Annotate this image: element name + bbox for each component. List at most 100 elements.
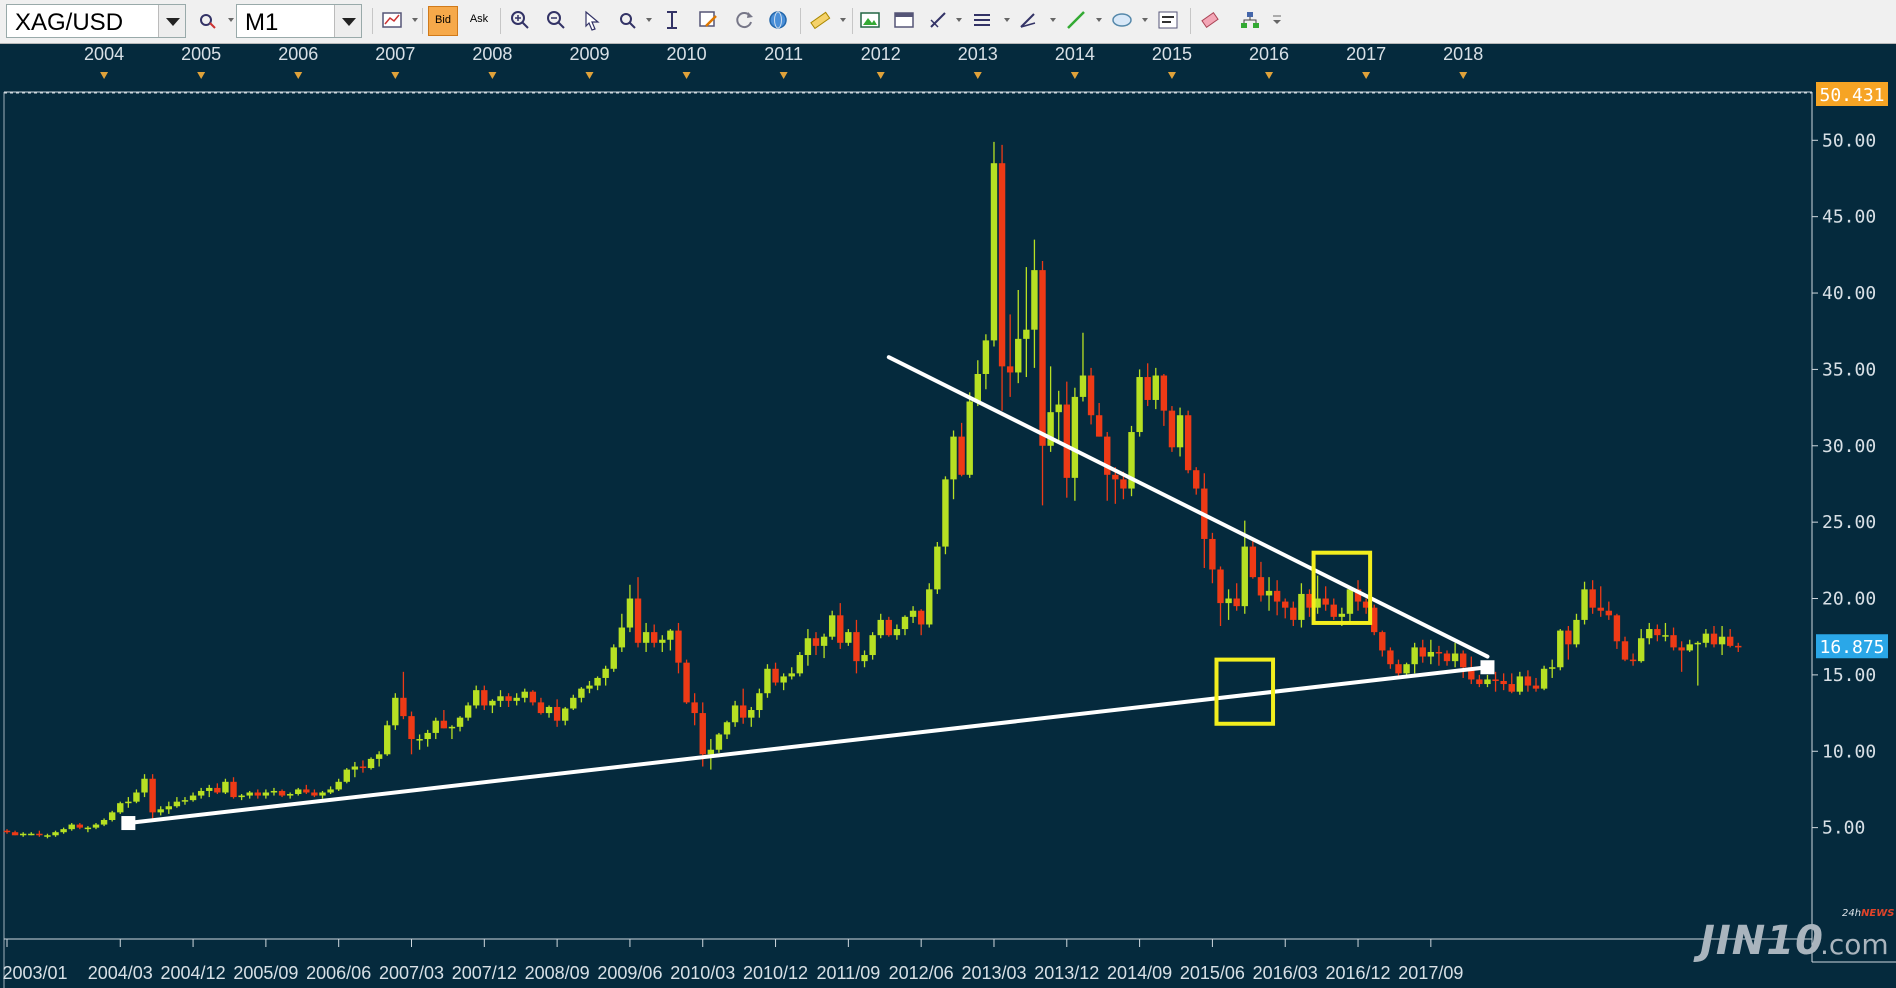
candle-body [942, 479, 949, 547]
image-icon[interactable] [858, 8, 882, 32]
candle-body [214, 787, 221, 793]
candle-body [634, 598, 642, 643]
candle-body [19, 833, 27, 836]
candle-body [586, 685, 593, 689]
candle-body [1257, 577, 1265, 596]
window-icon[interactable] [892, 8, 916, 32]
magnifier-icon[interactable] [616, 8, 640, 32]
candle-body [788, 673, 795, 677]
candle-body [553, 706, 561, 721]
candle-body [1193, 470, 1200, 489]
bottom-axis-label: 2008/09 [525, 963, 590, 983]
separator [422, 8, 423, 34]
candle-body [909, 610, 917, 617]
chart-type-icon[interactable] [380, 8, 404, 32]
globe-icon[interactable] [766, 8, 790, 32]
bottom-axis-label: 2009/06 [597, 963, 662, 983]
candle-body [327, 789, 334, 793]
bottom-axis-label: 2016/03 [1253, 963, 1318, 983]
draw-tools-dropdown-icon[interactable] [956, 18, 962, 22]
candle-body [990, 163, 998, 341]
tree-icon[interactable] [1238, 8, 1262, 32]
separator [1190, 8, 1191, 34]
candle-body [756, 693, 763, 711]
candle-body [966, 401, 973, 475]
symbol-value: XAG/USD [15, 9, 124, 36]
candle-body [675, 630, 682, 663]
edit-icon[interactable] [696, 8, 720, 32]
lines-dropdown-icon[interactable] [1004, 18, 1010, 22]
link-icon[interactable] [196, 8, 220, 32]
timeframe-select[interactable]: M1 [236, 4, 362, 38]
candle-body [432, 720, 439, 733]
eraser-icon[interactable] [1198, 8, 1222, 32]
candle-body [262, 792, 270, 796]
symbol-select[interactable]: XAG/USD [6, 4, 186, 38]
price-axis-label: 5.00 [1822, 818, 1865, 839]
bottom-axis-label: 2012/06 [889, 963, 954, 983]
candle-body [1565, 630, 1572, 645]
candle-body [1265, 590, 1273, 596]
candle-body [157, 809, 164, 813]
link-dropdown-icon[interactable] [228, 18, 234, 22]
candle-body [448, 726, 456, 729]
candle-body [820, 636, 828, 646]
draw-tools-icon[interactable] [926, 8, 950, 32]
cursor-icon[interactable] [580, 8, 604, 32]
ruler-icon[interactable] [808, 8, 832, 32]
candle-body [173, 801, 181, 807]
ellipse-dropdown-icon[interactable] [1142, 18, 1148, 22]
chevron-down-icon[interactable] [158, 5, 185, 37]
lines-icon[interactable] [970, 8, 994, 32]
candle-body [133, 792, 140, 802]
candle-body [489, 700, 496, 706]
candle-body [1233, 598, 1240, 607]
candle-body [189, 795, 197, 801]
pen-dropdown-icon[interactable] [1050, 18, 1056, 22]
candle-body [1605, 610, 1613, 616]
top-axis-year-label: 2018 [1443, 44, 1483, 64]
candle-body [52, 832, 59, 836]
candle-body [998, 163, 1006, 367]
text-icon[interactable] [1156, 8, 1180, 32]
crosshair-icon[interactable] [660, 8, 684, 32]
candle-body [1710, 633, 1718, 645]
candle-body [877, 619, 884, 636]
refresh-icon[interactable] [732, 8, 756, 32]
candle-body [1160, 375, 1168, 411]
chart-type-dropdown-icon[interactable] [412, 18, 418, 22]
candle-body [408, 716, 415, 740]
candle-body [1662, 635, 1669, 637]
price-chart[interactable]: 2004 2005 2006 2007 2008 2009 2010 2011 2012 2013… [0, 44, 1896, 988]
ellipse-icon[interactable] [1110, 8, 1134, 32]
candle-body [529, 691, 537, 703]
candle-body [723, 722, 731, 735]
candle-body [108, 812, 116, 820]
zoom-in-icon[interactable] [508, 8, 532, 32]
line-dropdown-icon[interactable] [1096, 18, 1102, 22]
zoom-out-icon[interactable] [544, 8, 568, 32]
top-axis-year-label: 2011 [764, 44, 803, 64]
candle-body [440, 720, 448, 729]
chevron-down-icon[interactable] [334, 5, 361, 37]
candle-body [270, 790, 278, 793]
candle-body [1629, 659, 1637, 662]
candle-body [384, 725, 391, 755]
ask-button[interactable]: Ask [464, 6, 494, 36]
candle-body [505, 696, 512, 701]
candle-body [416, 739, 423, 741]
candle-body [958, 436, 965, 475]
candle-body [1063, 404, 1070, 478]
pen-icon[interactable] [1016, 8, 1040, 32]
candle-body [481, 690, 488, 706]
candle-body [311, 792, 318, 796]
magnifier-dropdown-icon[interactable] [646, 18, 652, 22]
top-axis-year-label: 2005 [181, 44, 221, 64]
bid-button[interactable]: Bid [428, 6, 458, 36]
more-icon[interactable] [1270, 8, 1284, 32]
candle-body [1209, 538, 1216, 570]
line-icon[interactable] [1064, 8, 1088, 32]
price-axis-label: 45.00 [1822, 207, 1876, 228]
ruler-dropdown-icon[interactable] [840, 18, 846, 22]
candle-body [853, 632, 860, 662]
